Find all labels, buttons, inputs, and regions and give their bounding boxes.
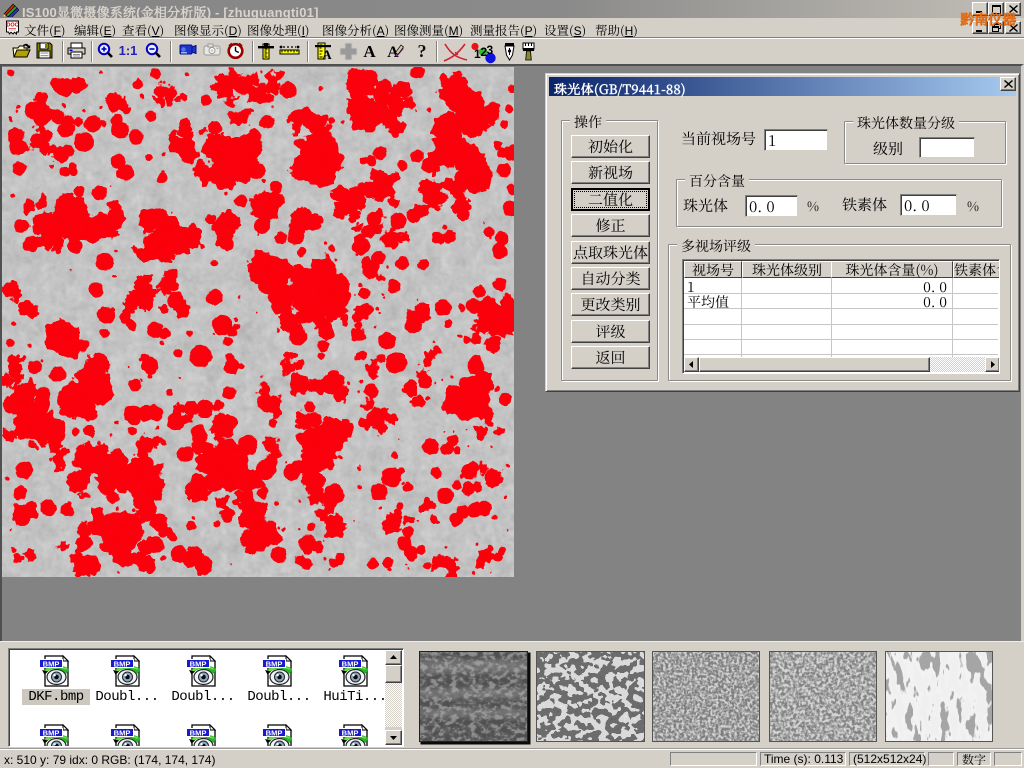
svg-text:DOC: DOC	[6, 23, 18, 29]
svg-text:BMP: BMP	[342, 659, 359, 668]
svg-text:A: A	[322, 47, 332, 61]
svg-text:BMP: BMP	[114, 659, 131, 668]
svg-text:A: A	[363, 42, 376, 59]
svg-text:?: ?	[418, 42, 427, 60]
svg-text:BMP: BMP	[190, 728, 207, 737]
svg-text:BMP: BMP	[190, 659, 207, 668]
svg-text:BMP: BMP	[43, 728, 60, 737]
svg-text:BMP: BMP	[266, 659, 283, 668]
svg-text:BMP: BMP	[266, 728, 283, 737]
svg-text:3: 3	[487, 43, 494, 57]
svg-text:BMP: BMP	[342, 728, 359, 737]
svg-text:BMP: BMP	[114, 728, 131, 737]
svg-text:1:1: 1:1	[119, 43, 137, 58]
svg-text:BMP: BMP	[43, 659, 60, 668]
